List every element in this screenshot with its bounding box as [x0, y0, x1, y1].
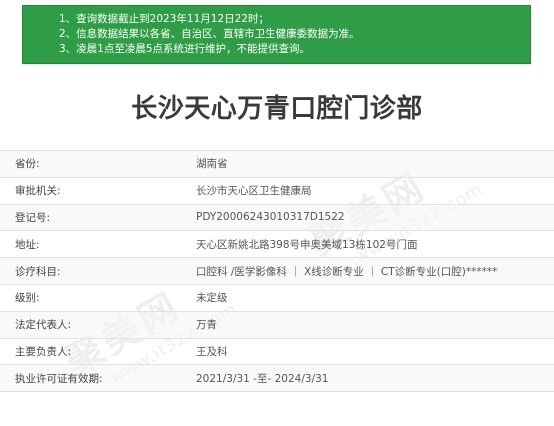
row-value: 口腔科 /医学影像科 ｜ X线诊断专业 ｜ CT诊断专业(口腔)****** [196, 265, 498, 278]
notice-line-2: 2、信息数据结果以各省、自治区、直辖市卫生健康委数据为准。 [59, 28, 360, 40]
row-label: 级别: [15, 292, 40, 305]
clinic-title: 长沙天心万青口腔门诊部 [131, 94, 423, 124]
info-row-departments: 诊疗科目: 口腔科 /医学影像科 ｜ X线诊断专业 ｜ CT诊断专业(口腔)**… [0, 258, 554, 285]
row-value: 未定级 [196, 292, 228, 305]
row-value: 2021/3/31 -至- 2024/3/31 [196, 372, 329, 385]
row-value: 王及科 [196, 345, 228, 358]
info-row-registration-number: 登记号: PDY20006243010317D1522 [0, 204, 554, 232]
row-label: 登记号: [15, 211, 51, 224]
row-label: 执业许可证有效期: [15, 372, 103, 385]
row-value: 万青 [196, 319, 217, 332]
row-label: 地址: [15, 238, 40, 251]
info-row-approval-authority: 审批机关: 长沙市天心区卫生健康局 [0, 178, 554, 205]
row-value: PDY20006243010317D1522 [196, 211, 345, 224]
info-row-province: 省份: 湖南省 [0, 151, 554, 178]
row-value: 湖南省 [196, 158, 228, 171]
row-label: 审批机关: [15, 185, 61, 198]
row-value: 长沙市天心区卫生健康局 [196, 185, 312, 198]
row-value: 天心区新姚北路398号申奥美域13栋102号门面 [196, 238, 418, 251]
row-label: 诊疗科目: [15, 265, 61, 278]
row-label: 省份: [15, 158, 40, 171]
info-row-license-validity: 执业许可证有效期: 2021/3/31 -至- 2024/3/31 [0, 365, 554, 393]
notice-line-3: 3、凌晨1点至凌晨5点系统进行维护，不能提供查询。 [59, 43, 311, 55]
info-row-legal-representative: 法定代表人: 万青 [0, 311, 554, 339]
row-label: 主要负责人: [15, 345, 72, 358]
notice-banner: 1、查询数据截止到2023年11月12日22时； 2、信息数据结果以各省、自治区… [22, 5, 531, 64]
info-row-address: 地址: 天心区新姚北路398号申奥美域13栋102号门面 [0, 231, 554, 259]
info-row-level: 级别: 未定级 [0, 285, 554, 312]
row-label: 法定代表人: [15, 319, 72, 332]
notice-line-1: 1、查询数据截止到2023年11月12日22时； [59, 13, 269, 25]
info-table: 省份: 湖南省 审批机关: 长沙市天心区卫生健康局 登记号: PDY200062… [0, 150, 554, 393]
info-row-principal: 主要负责人: 王及科 [0, 339, 554, 366]
